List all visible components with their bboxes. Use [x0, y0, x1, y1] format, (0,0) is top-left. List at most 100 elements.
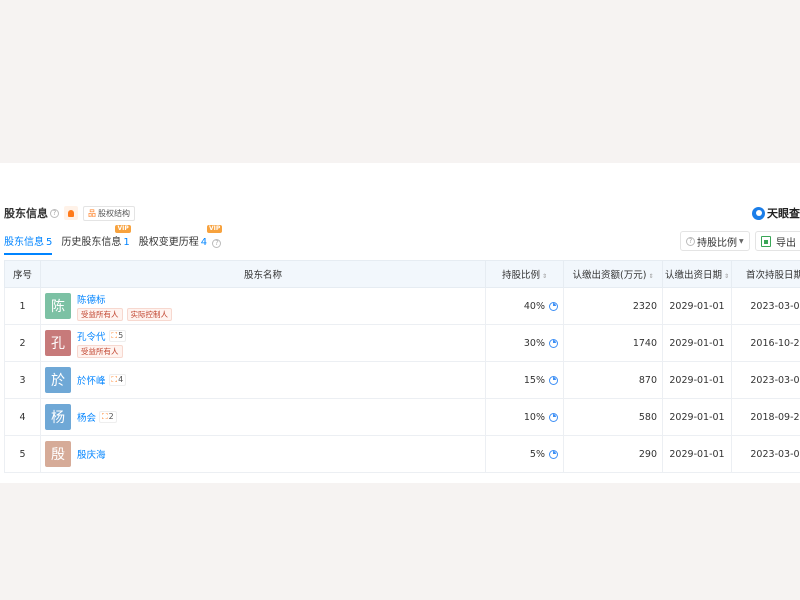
- equity-count: 5: [118, 330, 124, 340]
- equity-structure-label: 股权结构: [98, 208, 130, 218]
- brand-name: 天眼查: [767, 207, 800, 220]
- equity-structure-icon: 品: [88, 208, 96, 218]
- section-title: 股东信息: [4, 207, 48, 220]
- ratio-value: 10%: [523, 411, 545, 423]
- shareholder-cell: 陈陈德标 受益所有人 实际控制人: [40, 287, 486, 325]
- amount-cell: 2320: [563, 287, 663, 325]
- avatar: 陈: [45, 293, 71, 319]
- ratio-cell: 15%: [485, 361, 564, 399]
- shareholder-panel: 股东信息 ? 品 股权结构 天眼查 股东信息 5 VIP 历史股东信息 1 VIP …: [0, 163, 800, 483]
- equity-link[interactable]: ⛶ 5: [108, 329, 127, 342]
- sub-date-cell: 2029-01-01: [662, 287, 732, 325]
- pie-chart-icon[interactable]: [549, 449, 558, 459]
- equity-icon: ⛶: [102, 412, 108, 421]
- tab-count: 1: [123, 237, 130, 248]
- col-header-label: 认缴出资日期: [664, 270, 722, 281]
- shareholder-name-link[interactable]: 陈德标: [77, 292, 106, 306]
- help-icon: ?: [686, 236, 695, 246]
- ratio-cell: 30%: [485, 324, 564, 362]
- amount-cell: 580: [563, 398, 663, 436]
- table-row: 1 陈陈德标 受益所有人 实际控制人 40% 2320 2029-01-01 2023-03-…: [4, 287, 800, 325]
- role-tag: 实际控制人: [126, 307, 172, 321]
- vip-badge: VIP: [207, 225, 223, 233]
- pie-chart-icon[interactable]: [549, 412, 558, 422]
- sort-icon: ⇕: [723, 273, 730, 280]
- help-icon[interactable]: ?: [50, 208, 59, 218]
- equity-count: 4: [118, 375, 124, 384]
- col-header-sub-date[interactable]: 认缴出资日期 ⇕: [662, 260, 732, 288]
- equity-count: 2: [108, 412, 114, 421]
- ratio-filter-dropdown[interactable]: ? 持股比例 ▼: [680, 231, 750, 251]
- row-index: 3: [4, 361, 41, 399]
- table-row: 3於於怀峰⛶415%8702029-01-012023-03-09: [4, 361, 800, 399]
- export-button[interactable]: 导出: [755, 231, 800, 251]
- table-row: 4杨杨会⛶210%5802029-01-012018-09-28: [4, 398, 800, 436]
- help-icon[interactable]: ?: [212, 239, 222, 248]
- table-row: 5殷殷庆海 5% 2902029-01-012023-03-09: [4, 435, 800, 473]
- shareholder-cell: 孔孔令代 ⛶ 5 受益所有人: [40, 324, 486, 362]
- pie-chart-icon[interactable]: [549, 338, 558, 348]
- first-date-cell: 2023-03-09: [731, 287, 800, 325]
- equity-icon: ⛶: [111, 330, 118, 340]
- ratio-cell: 40%: [485, 287, 564, 325]
- shareholder-name-link[interactable]: 杨会: [77, 410, 96, 424]
- row-index: 4: [4, 398, 41, 436]
- sub-date-cell: 2029-01-01: [662, 361, 732, 399]
- col-header-amount[interactable]: 认缴出资额(万元) ⇕: [563, 260, 663, 288]
- col-header-label: 认缴出资额(万元): [572, 270, 647, 281]
- ratio-filter-label: 持股比例: [697, 237, 737, 249]
- ratio-value: 40%: [523, 300, 545, 312]
- table-row: 2孔孔令代⛶5受益所有人30%17402029-01-012016-10-20: [4, 324, 800, 362]
- avatar: 於: [45, 367, 71, 393]
- table-header-row: 序号 股东名称 持股比例⇕ 认缴出资额(万元)⇕ 认缴出资日期⇕ 首次持股日期⇕: [4, 260, 800, 288]
- table-body: 1 陈陈德标 受益所有人 实际控制人 40% 2320 2029-01-01 2023-03-…: [4, 287, 800, 473]
- tab-label: 股权变更历程: [138, 237, 199, 248]
- vip-badge: VIP: [115, 225, 131, 233]
- sub-date-cell: 2029-01-01: [662, 435, 732, 473]
- tab-count: 5: [46, 237, 53, 248]
- sort-icon: ⇕: [541, 273, 548, 280]
- ratio-value: 30%: [523, 337, 545, 349]
- row-index: 1: [4, 287, 41, 325]
- pie-chart-icon[interactable]: [549, 301, 558, 311]
- avatar: 杨: [45, 404, 71, 430]
- amount-cell: 870: [563, 361, 663, 399]
- bell-icon[interactable]: [64, 206, 78, 220]
- tab-label: 股东信息: [4, 237, 44, 248]
- col-header-ratio[interactable]: 持股比例 ⇕: [485, 260, 564, 288]
- tab-label: 历史股东信息: [61, 237, 122, 248]
- tag-list: 受益所有人: [77, 344, 127, 358]
- role-tag: 受益所有人: [77, 307, 123, 321]
- sub-date-cell: 2029-01-01: [662, 398, 732, 436]
- shareholder-cell: 殷殷庆海: [40, 435, 486, 473]
- role-tag: 受益所有人: [77, 344, 123, 358]
- avatar: 孔: [45, 330, 71, 356]
- section-header: 股东信息 ? 品 股权结构: [4, 205, 135, 221]
- pie-chart-icon[interactable]: [549, 375, 558, 385]
- tab-equity-changes[interactable]: VIP 股权变更历程 4 ?: [138, 225, 223, 255]
- tab-bar: 股东信息 5 VIP 历史股东信息 1 VIP 股权变更历程 4 ?: [4, 225, 230, 255]
- tab-history-shareholders[interactable]: VIP 历史股东信息 1: [61, 225, 131, 255]
- chevron-down-icon: ▼: [739, 237, 744, 245]
- shareholder-table: 序号 股东名称 持股比例⇕ 认缴出资额(万元)⇕ 认缴出资日期⇕ 首次持股日期⇕…: [4, 260, 800, 473]
- excel-icon: [761, 235, 771, 247]
- shareholder-name-link[interactable]: 孔令代: [77, 329, 106, 343]
- tag-list: 受益所有人 实际控制人: [77, 307, 176, 321]
- avatar: 殷: [45, 441, 71, 467]
- shareholder-cell: 於於怀峰 ⛶ 4: [40, 361, 486, 399]
- ratio-value: 5%: [529, 448, 545, 460]
- tab-count: 4: [200, 237, 208, 248]
- equity-structure-button[interactable]: 品 股权结构: [83, 205, 135, 221]
- ratio-value: 15%: [523, 374, 545, 386]
- shareholder-cell: 杨杨会 ⛶ 2: [40, 398, 486, 436]
- row-index: 5: [4, 435, 41, 473]
- col-header-name: 股东名称: [40, 260, 486, 288]
- brand-logo: 天眼查: [752, 205, 800, 221]
- equity-link[interactable]: ⛶ 4: [108, 374, 127, 386]
- tab-shareholders[interactable]: 股东信息 5: [4, 233, 53, 255]
- shareholder-name-link[interactable]: 殷庆海: [77, 447, 106, 461]
- equity-link[interactable]: ⛶ 2: [99, 411, 117, 423]
- equity-icon: ⛶: [111, 375, 118, 384]
- shareholder-name-link[interactable]: 於怀峰: [77, 373, 106, 387]
- col-header-first-date[interactable]: 首次持股日期⇕: [731, 260, 800, 288]
